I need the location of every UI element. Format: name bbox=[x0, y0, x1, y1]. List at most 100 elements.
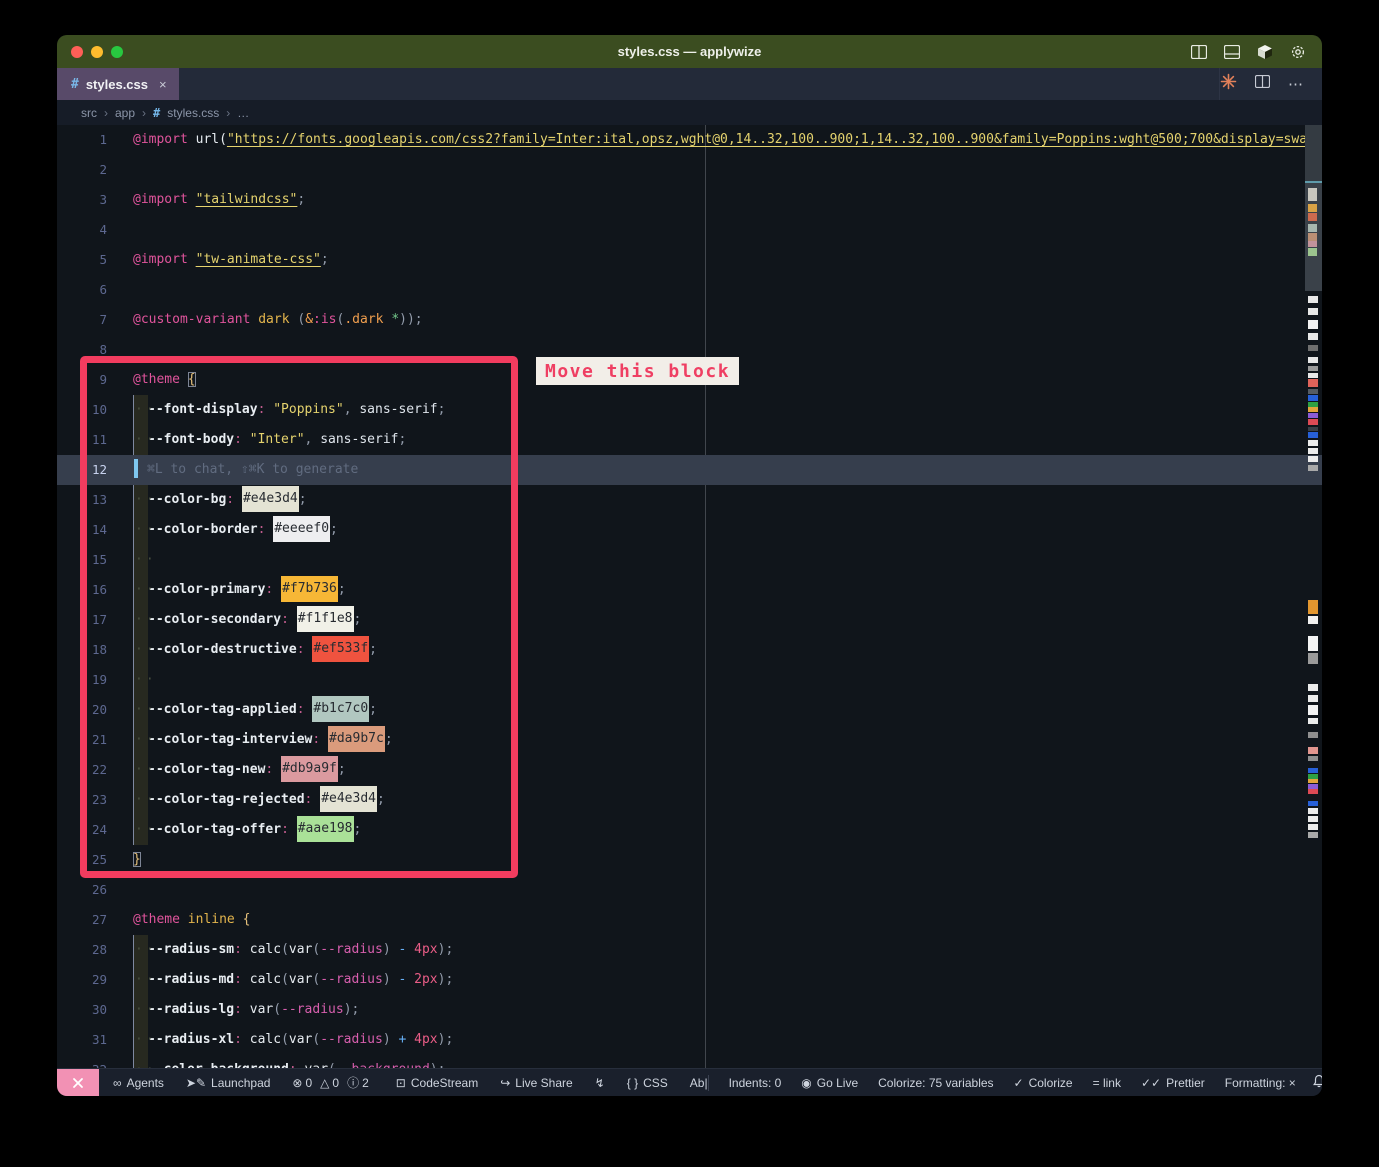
panel-bottom-icon[interactable] bbox=[1224, 45, 1240, 59]
code-token: ) bbox=[383, 1032, 391, 1047]
code-line-content: --radius-lg: var(--radius); bbox=[133, 995, 359, 1025]
status-item-tab-size[interactable]: Ab| bbox=[690, 1076, 708, 1090]
code-line[interactable]: 3@import "tailwindcss"; bbox=[57, 185, 1322, 215]
code-line[interactable]: 1@import url("https://fonts.googleapis.c… bbox=[57, 125, 1322, 155]
vscode-window: styles.css — applywize # styles.css × bbox=[57, 35, 1322, 1096]
breadcrumb-item[interactable]: styles.css bbox=[167, 106, 219, 120]
code-line[interactable]: 26 bbox=[57, 875, 1322, 905]
minimize-window-button[interactable] bbox=[91, 46, 103, 58]
code-line[interactable]: 29--radius-md: calc(var(--radius) - 2px)… bbox=[57, 965, 1322, 995]
minimap-block bbox=[1308, 684, 1318, 691]
colorize-vars-label: Colorize: 75 variables bbox=[878, 1076, 993, 1090]
minimap-block bbox=[1308, 188, 1317, 201]
status-item-live-share[interactable]: ↪Live Share bbox=[500, 1076, 572, 1090]
status-item-agents[interactable]: ∞Agents bbox=[113, 1076, 164, 1090]
code-token: ( bbox=[273, 1002, 281, 1017]
status-item-link[interactable]: = link bbox=[1093, 1076, 1121, 1090]
code-token bbox=[188, 192, 196, 207]
formatting-label: Formatting: × bbox=[1225, 1076, 1296, 1090]
minimap[interactable] bbox=[1305, 125, 1322, 1068]
code-line[interactable]: 32 --color-background: var(--background); bbox=[57, 1055, 1322, 1068]
code-token: @import bbox=[133, 132, 188, 147]
status-item-indents[interactable]: Indents: 0 bbox=[729, 1076, 782, 1090]
code-token: :is bbox=[313, 312, 336, 327]
status-item-problems[interactable]: ⊗0△0ⓘ2 bbox=[292, 1074, 373, 1091]
code-token: --radius bbox=[320, 1032, 383, 1047]
agents-label: Agents bbox=[127, 1076, 164, 1090]
status-item-launchpad[interactable]: ➤✎Launchpad bbox=[186, 1076, 271, 1090]
zoom-window-button[interactable] bbox=[111, 46, 123, 58]
status-item-go-live[interactable]: ◉Go Live bbox=[801, 1076, 858, 1090]
language-mode-icon: { } bbox=[627, 1076, 638, 1090]
line-number: 6 bbox=[57, 275, 107, 305]
line-number: 31 bbox=[57, 1025, 107, 1055]
status-item-bolt[interactable]: ↯ bbox=[595, 1076, 605, 1090]
status-item-formatting[interactable]: Formatting: × bbox=[1225, 1076, 1296, 1090]
remote-icon bbox=[72, 1077, 84, 1089]
status-item-colorize[interactable]: ✓Colorize bbox=[1014, 1076, 1073, 1090]
extension-cube-icon[interactable] bbox=[1257, 44, 1273, 60]
minimap-block bbox=[1308, 695, 1318, 702]
settings-gear-icon[interactable] bbox=[1290, 44, 1306, 60]
minimap-block bbox=[1308, 213, 1317, 221]
code-token: ; bbox=[352, 1002, 360, 1017]
code-token: ; bbox=[297, 192, 305, 207]
split-columns-icon[interactable] bbox=[1191, 45, 1207, 59]
css-file-icon: # bbox=[153, 106, 160, 120]
remote-indicator[interactable] bbox=[57, 1069, 99, 1096]
code-token: ); bbox=[438, 972, 454, 987]
line-number: 30 bbox=[57, 995, 107, 1025]
code-token: ( bbox=[281, 972, 289, 987]
colorize-label: Colorize bbox=[1029, 1076, 1073, 1090]
code-token bbox=[242, 1032, 250, 1047]
code-line[interactable]: 7@custom-variant dark (&:is(.dark *)); bbox=[57, 305, 1322, 335]
code-token: ( bbox=[281, 1032, 289, 1047]
status-item-language-mode[interactable]: { }CSS bbox=[627, 1076, 668, 1090]
minimap-block bbox=[1308, 427, 1318, 431]
bell-icon bbox=[1312, 1074, 1322, 1088]
tab-styles-css[interactable]: # styles.css × bbox=[57, 68, 179, 100]
problems-icon: ⓘ bbox=[347, 1074, 359, 1091]
minimap-block bbox=[1308, 756, 1318, 761]
code-line-content: --radius-sm: calc(var(--radius) - 4px); bbox=[133, 935, 453, 965]
breadcrumb-item[interactable]: … bbox=[237, 106, 249, 120]
breadcrumb-item[interactable]: app bbox=[115, 106, 135, 120]
line-number: 32 bbox=[57, 1055, 107, 1068]
bolt-icon: ↯ bbox=[595, 1076, 605, 1090]
status-item-codestream[interactable]: ⊡CodeStream bbox=[396, 1076, 478, 1090]
minimap-block bbox=[1308, 456, 1318, 462]
code-line[interactable]: 31--radius-xl: calc(var(--radius) + 4px)… bbox=[57, 1025, 1322, 1055]
code-line[interactable]: 28--radius-sm: calc(var(--radius) - 4px)… bbox=[57, 935, 1322, 965]
breadcrumb: src›app›#styles.css›… bbox=[57, 100, 1322, 125]
code-line[interactable]: 2 bbox=[57, 155, 1322, 185]
minimap-block bbox=[1308, 204, 1317, 212]
code-line[interactable]: 6 bbox=[57, 275, 1322, 305]
minimap-block bbox=[1308, 233, 1317, 241]
minimap-block bbox=[1308, 379, 1318, 387]
status-item-colorize-vars[interactable]: Colorize: 75 variables bbox=[878, 1076, 993, 1090]
minimap-block bbox=[1308, 296, 1318, 303]
problems-count: 2 bbox=[362, 1076, 369, 1090]
codestream-icon: ⊡ bbox=[396, 1076, 406, 1090]
code-token: var bbox=[250, 1002, 273, 1017]
more-actions-icon[interactable]: ⋯ bbox=[1288, 75, 1304, 93]
window-controls bbox=[71, 46, 123, 58]
link-label: = link bbox=[1093, 1076, 1121, 1090]
close-tab-icon[interactable]: × bbox=[159, 77, 167, 92]
code-line[interactable]: 4 bbox=[57, 215, 1322, 245]
split-editor-icon[interactable] bbox=[1255, 75, 1270, 93]
status-item-prettier[interactable]: ✓✓Prettier bbox=[1141, 1076, 1205, 1090]
indent-guide bbox=[133, 965, 148, 995]
css-file-icon: # bbox=[71, 77, 79, 92]
go-live-icon: ◉ bbox=[801, 1076, 811, 1090]
copilot-starburst-icon[interactable] bbox=[1220, 73, 1237, 95]
code-line[interactable]: 30 --radius-lg: var(--radius); bbox=[57, 995, 1322, 1025]
breadcrumb-item[interactable]: src bbox=[81, 106, 97, 120]
line-number: 5 bbox=[57, 245, 107, 275]
code-line[interactable]: 27@theme inline { bbox=[57, 905, 1322, 935]
minimap-block bbox=[1308, 616, 1318, 624]
code-line[interactable]: 5@import "tw-animate-css"; bbox=[57, 245, 1322, 275]
code-line-content: --color-background: var(--background); bbox=[133, 1055, 445, 1068]
notifications-bell[interactable] bbox=[1312, 1074, 1322, 1091]
close-window-button[interactable] bbox=[71, 46, 83, 58]
